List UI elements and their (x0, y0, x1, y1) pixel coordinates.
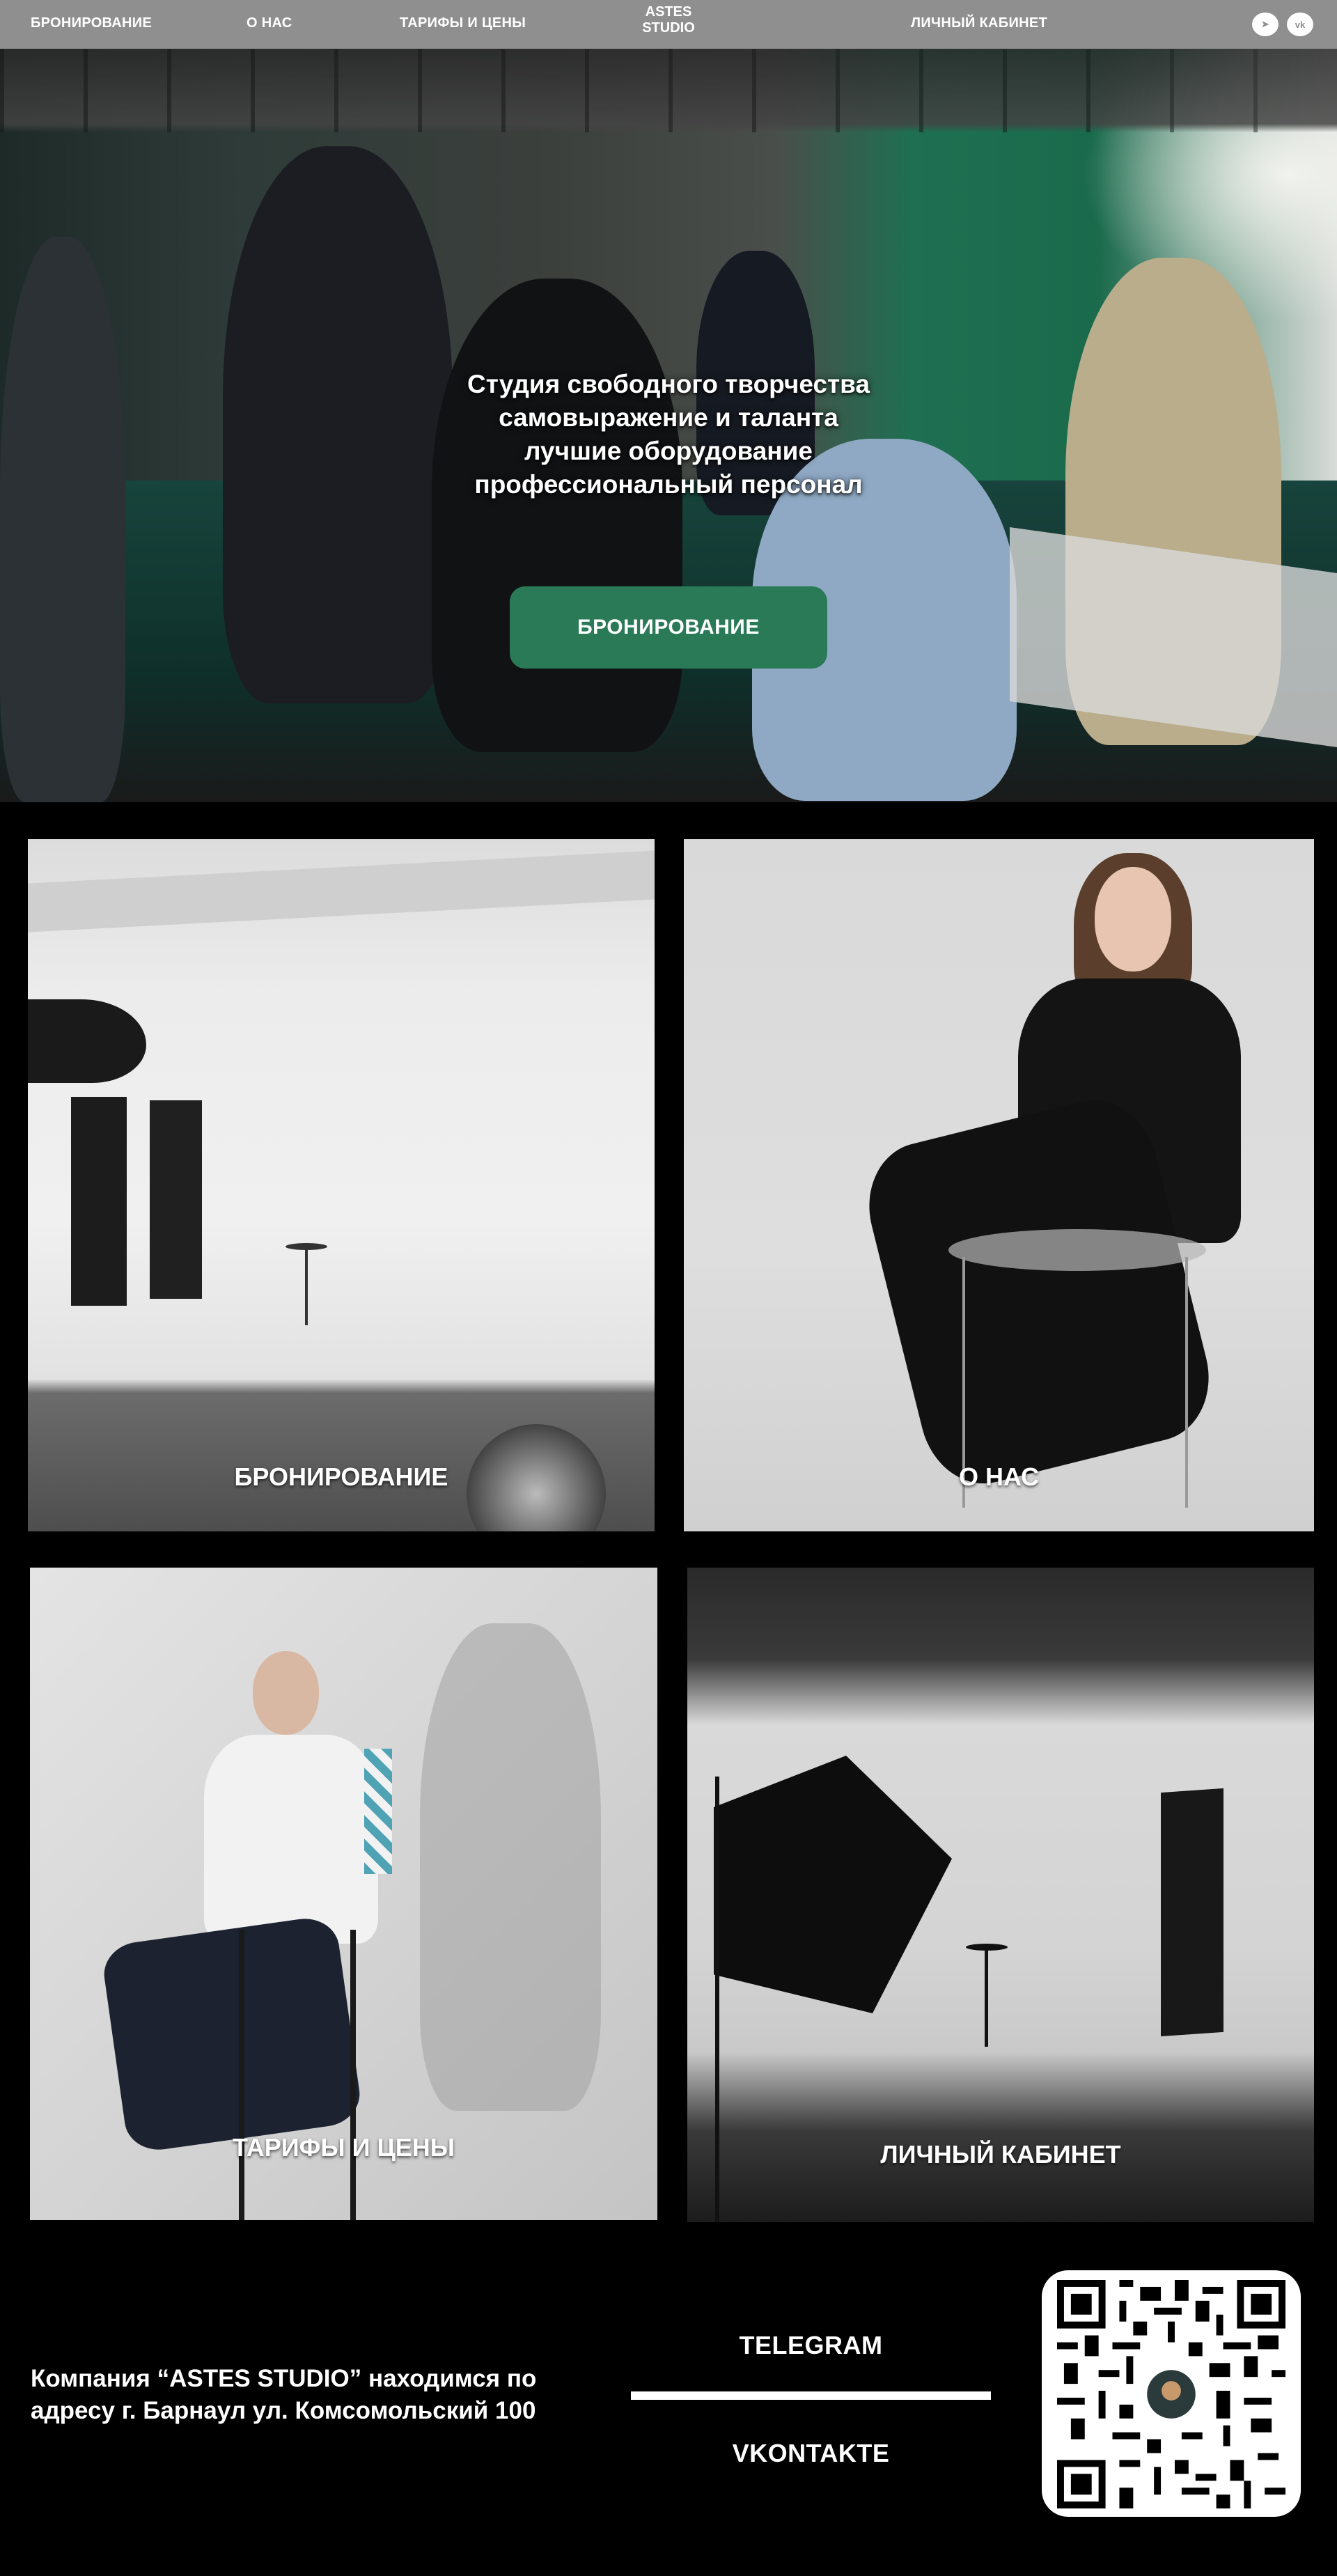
model-shadow (420, 1623, 601, 2111)
hero-booking-button[interactable]: БРОНИРОВАНИЕ (510, 586, 827, 669)
logo-line-2: STUDIO (642, 20, 695, 36)
nav-prices-link[interactable]: ТАРИФЫ И ЦЕНЫ (400, 0, 526, 46)
telegram-icon: ➤ (1261, 19, 1269, 29)
umbrella-icon (714, 1756, 952, 2013)
prices-card[interactable]: ТАРИФЫ И ЦЕНЫ (30, 1568, 657, 2220)
address-line: адресу г. Барнаул ул. Комсомольский 100 (31, 2397, 536, 2424)
model-sweatshirt (204, 1735, 378, 1944)
footer-divider (631, 2391, 991, 2400)
stool-leg (239, 1930, 244, 2220)
address-line: Компания “ASTES STUDIO” находимся по (31, 2365, 537, 2392)
stool-leg (305, 1249, 308, 1325)
studio-lighting-rig (0, 49, 1337, 132)
about-card-label: О НАС (958, 1462, 1040, 1491)
vk-icon-button[interactable]: vk (1287, 13, 1313, 36)
hero-tagline-line: самовыражение и таланта (499, 403, 838, 432)
model-jeans (100, 1914, 364, 2155)
nav-about-link[interactable]: О НАС (247, 0, 292, 46)
vkontakte-link[interactable]: VKONTAKTE (631, 2439, 991, 2468)
sweatshirt-pattern (364, 1749, 392, 1874)
vk-icon: vk (1295, 19, 1306, 30)
prices-card-label: ТАРИФЫ И ЦЕНЫ (232, 2133, 455, 2162)
stool-leg (350, 1930, 356, 2220)
account-card-label: ЛИЧНЫЙ КАБИНЕТ (880, 2140, 1121, 2169)
logo-line-1: ASTES (645, 4, 692, 19)
reflector-panel (71, 1097, 127, 1306)
stool-leg (985, 1949, 988, 2047)
hero-section: Студия свободного творчества самовыражен… (0, 49, 1337, 802)
ceiling-track (28, 850, 655, 932)
telegram-link[interactable]: TELEGRAM (631, 2331, 991, 2360)
booking-card[interactable]: БРОНИРОВАНИЕ (28, 839, 655, 1531)
qr-code[interactable] (1042, 2270, 1301, 2517)
nav-booking-link[interactable]: БРОНИРОВАНИЕ (31, 0, 152, 46)
about-card[interactable]: О НАС (684, 839, 1314, 1531)
chair-seat (948, 1229, 1206, 1271)
model-face (1095, 867, 1171, 971)
hero-tagline: Студия свободного творчества самовыражен… (390, 368, 947, 501)
softbox-icon (28, 999, 146, 1083)
telegram-icon-button[interactable]: ➤ (1252, 13, 1279, 36)
reflector-panel (1161, 1788, 1223, 2037)
nav-account-link[interactable]: ЛИЧНЫЙ КАБИНЕТ (911, 0, 1047, 46)
model-face (253, 1651, 319, 1735)
reflector-panel (150, 1100, 202, 1299)
hero-photo-person (0, 237, 125, 802)
hero-photo-camera-rig (432, 279, 682, 752)
qr-code-graphic (1057, 2280, 1285, 2508)
studio-logo[interactable]: ASTES STUDIO (613, 4, 724, 36)
hero-tagline-line: Студия свободного творчества (467, 370, 870, 398)
company-address: Компания “ASTES STUDIO” находимся по адр… (31, 2363, 602, 2427)
top-navigation-bar: БРОНИРОВАНИЕ О НАС ТАРИФЫ И ЦЕНЫ ASTES S… (0, 0, 1337, 49)
booking-card-label: БРОНИРОВАНИЕ (234, 1462, 448, 1491)
hero-tagline-line: профессиональный персонал (474, 470, 863, 499)
account-card[interactable]: ЛИЧНЫЙ КАБИНЕТ (687, 1568, 1314, 2222)
hero-tagline-line: лучшие оборудование (524, 437, 813, 465)
